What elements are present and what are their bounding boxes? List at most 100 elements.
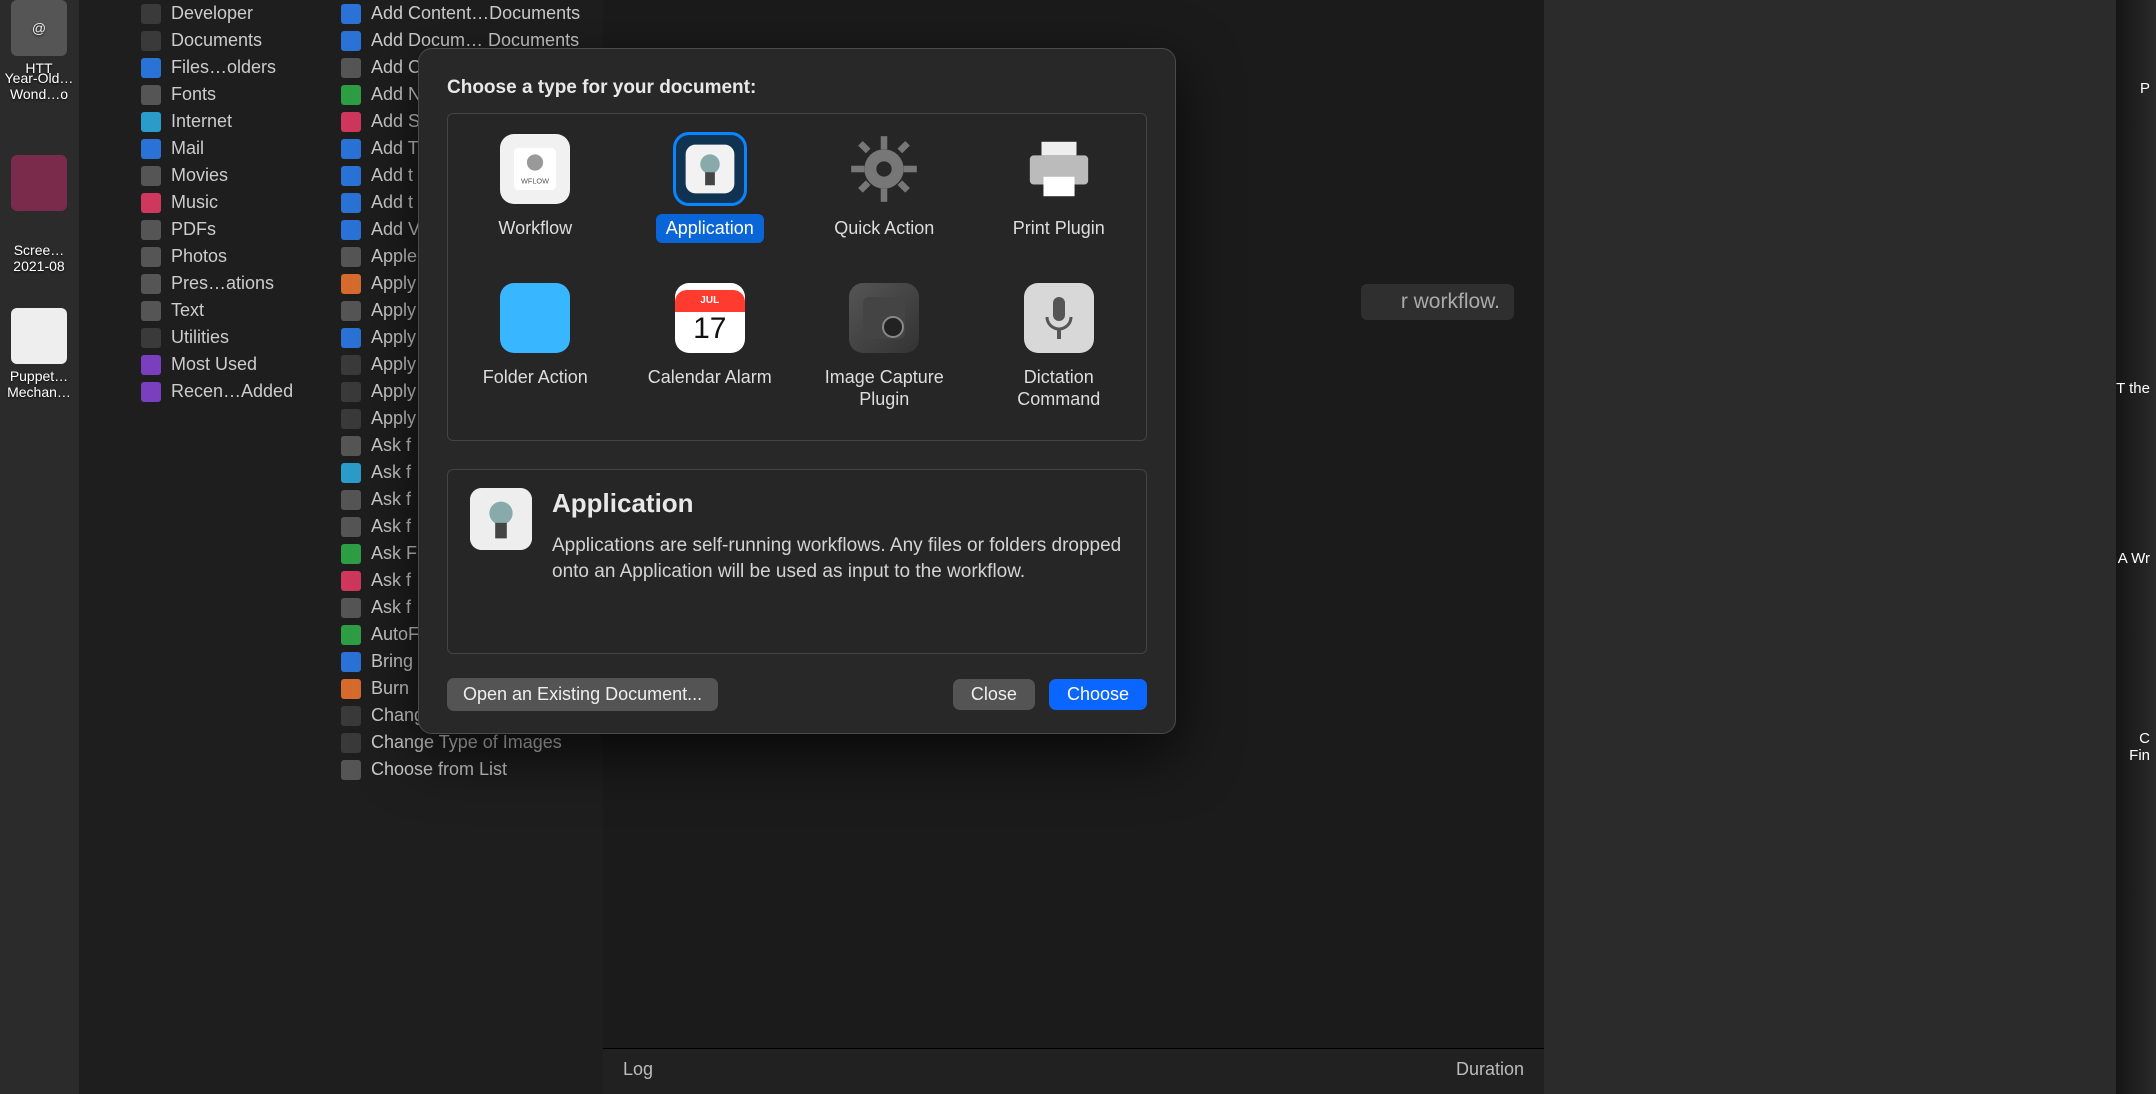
action-icon	[341, 490, 361, 510]
description-icon	[470, 488, 532, 550]
category-row[interactable]: Utilities	[133, 324, 333, 351]
action-icon	[341, 301, 361, 321]
type-description: Application Applications are self-runnin…	[447, 469, 1147, 655]
calendar-month: JUL	[675, 290, 745, 312]
action-icon	[341, 58, 361, 78]
action-label: Apply	[371, 354, 416, 375]
open-existing-button[interactable]: Open an Existing Document...	[447, 678, 718, 711]
category-row[interactable]: Documents	[133, 27, 333, 54]
category-label: Utilities	[171, 327, 229, 348]
action-label: Ask F	[371, 543, 417, 564]
type-label: Image Capture Plugin	[814, 363, 954, 414]
category-row[interactable]: Movies	[133, 162, 333, 189]
category-row[interactable]: Fonts	[133, 81, 333, 108]
category-icon	[141, 58, 161, 78]
choose-button[interactable]: Choose	[1049, 679, 1147, 710]
action-label: Choose from List	[371, 759, 507, 780]
action-label: Apply	[371, 300, 416, 321]
action-icon	[341, 517, 361, 537]
category-icon	[141, 139, 161, 159]
category-row[interactable]: Recen…Added	[133, 378, 333, 405]
category-label: Fonts	[171, 84, 216, 105]
action-icon	[341, 139, 361, 159]
type-image-capture-plugin[interactable]: Image Capture Plugin	[797, 275, 972, 422]
action-label: Ask f	[371, 570, 411, 591]
dialog-title: Choose a type for your document:	[447, 77, 1147, 99]
category-row[interactable]: PDFs	[133, 216, 333, 243]
desktop-file[interactable]: Scree… 2021-08	[0, 242, 78, 274]
action-icon	[341, 598, 361, 618]
category-row[interactable]: Text	[133, 297, 333, 324]
action-icon	[341, 112, 361, 132]
desktop-file-label: A Wr	[2118, 550, 2156, 567]
category-row[interactable]: Music	[133, 189, 333, 216]
category-label: PDFs	[171, 219, 216, 240]
action-icon	[341, 31, 361, 51]
action-label: Ask f	[371, 435, 411, 456]
category-row[interactable]: Mail	[133, 135, 333, 162]
category-row[interactable]: Internet	[133, 108, 333, 135]
type-calendar-alarm[interactable]: JUL 17 Calendar Alarm	[623, 275, 798, 422]
action-label: Apply	[371, 273, 416, 294]
type-application[interactable]: Application	[623, 126, 798, 251]
category-label: Recen…Added	[171, 381, 293, 402]
library-category-list[interactable]: DeveloperDocuments Files…olders Fonts Inter…	[133, 0, 333, 1094]
action-icon	[341, 220, 361, 240]
category-label: Internet	[171, 111, 232, 132]
action-icon	[341, 625, 361, 645]
category-icon	[141, 31, 161, 51]
category-row[interactable]: Photos	[133, 243, 333, 270]
type-label: Workflow	[488, 214, 582, 243]
desktop-file[interactable]: @HTT	[0, 0, 78, 76]
type-label: Dictation Command	[989, 363, 1129, 414]
category-row[interactable]: Most Used	[133, 351, 333, 378]
dialog-footer: Open an Existing Document... Close Choos…	[447, 678, 1147, 711]
action-label: Add S	[371, 111, 420, 132]
action-label: Apple	[371, 246, 417, 267]
close-button[interactable]: Close	[953, 679, 1035, 710]
category-icon	[141, 166, 161, 186]
type-label: Print Plugin	[1003, 214, 1115, 243]
desktop-file-label: C Fin	[2116, 730, 2156, 764]
action-icon	[341, 4, 361, 24]
desktop-file[interactable]: Year-Old…Wond…o	[0, 70, 78, 102]
action-label: Ask f	[371, 597, 411, 618]
desktop-file[interactable]	[0, 155, 78, 215]
action-icon	[341, 166, 361, 186]
action-icon	[341, 328, 361, 348]
action-row[interactable]: Choose from List	[333, 756, 603, 783]
type-quick-action[interactable]: Quick Action	[797, 126, 972, 251]
action-icon	[341, 193, 361, 213]
log-label: Log	[623, 1059, 653, 1084]
category-row[interactable]: Pres…ations	[133, 270, 333, 297]
calendar-day: 17	[693, 312, 726, 346]
type-folder-action[interactable]: Folder Action	[448, 275, 623, 422]
category-row[interactable]: Developer	[133, 0, 333, 27]
action-row[interactable]: Add Content…Documents	[333, 0, 603, 27]
action-icon	[341, 571, 361, 591]
category-row[interactable]: Files…olders	[133, 54, 333, 81]
log-duration-header: Duration	[1456, 1059, 1524, 1084]
action-label: Apply	[371, 381, 416, 402]
category-icon	[141, 247, 161, 267]
category-label: Photos	[171, 246, 227, 267]
type-dictation-command[interactable]: Dictation Command	[972, 275, 1147, 422]
type-label: Calendar Alarm	[638, 363, 782, 392]
category-icon	[141, 220, 161, 240]
type-workflow[interactable]: WFLOW Workflow	[448, 126, 623, 251]
action-icon	[341, 652, 361, 672]
type-print-plugin[interactable]: Print Plugin	[972, 126, 1147, 251]
category-label: Files…olders	[171, 57, 276, 78]
desktop-file[interactable]: Puppet… Mechan…	[0, 308, 78, 400]
type-label: Folder Action	[473, 363, 598, 392]
action-label: AutoF	[371, 624, 419, 645]
action-icon	[341, 733, 361, 753]
action-label: Apply	[371, 327, 416, 348]
canvas-hint: r workflow.	[1361, 284, 1514, 320]
type-label: Application	[656, 214, 764, 243]
action-icon	[341, 382, 361, 402]
category-icon	[141, 274, 161, 294]
action-label: Add C	[371, 57, 421, 78]
category-icon	[141, 4, 161, 24]
action-label: Add t	[371, 165, 413, 186]
